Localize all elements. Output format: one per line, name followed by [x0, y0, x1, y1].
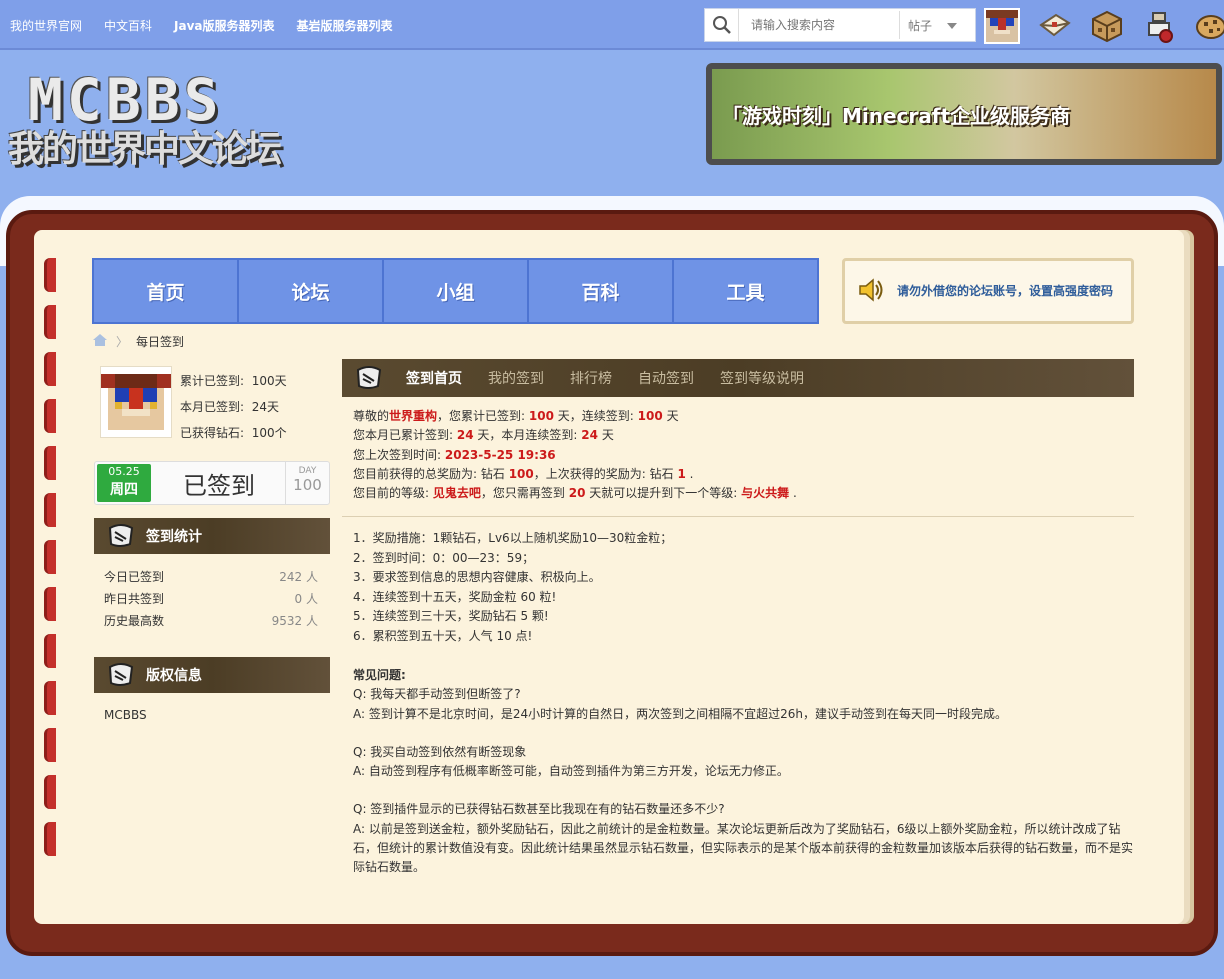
content-divider — [342, 516, 1134, 517]
nav-forum[interactable]: 论坛 — [239, 260, 384, 322]
breadcrumb-current: 每日签到 — [136, 335, 185, 349]
info-line-3: 您上次签到时间: 2023-5-25 19:36 — [353, 447, 556, 462]
search-input[interactable] — [739, 10, 899, 40]
faq-answer: A: 以前是签到送金粒，额外奖励钻石，因此之前统计的是金粒数量。某次论坛更新后改… — [353, 821, 1134, 875]
top-nav-wiki[interactable]: 中文百科 — [104, 17, 152, 34]
day-counter: DAY 100 — [285, 462, 329, 504]
faq-title: 常见问题: — [353, 668, 406, 682]
rule-item: 2．签到时间：0：00—23：59； — [353, 550, 535, 565]
tab-auto-signin[interactable]: 自动签到 — [638, 368, 694, 388]
copyright-header: 版权信息 — [94, 657, 330, 693]
top-nav-java-servers[interactable]: Java版服务器列表 — [174, 17, 274, 34]
info-line-1: 尊敬的世界重构，您累计已签到: 100 天，连续签到: 100 天 — [353, 409, 679, 423]
faq-question: Q: 我买自动签到依然有断签现象 — [353, 744, 527, 759]
search-box: 帖子 — [704, 8, 976, 42]
rule-item: 5．连续签到三十天，奖励钻石 5 颗! — [353, 609, 549, 623]
notice-box: 请勿外借您的论坛账号，设置高强度密码 — [842, 258, 1134, 324]
user-avatar[interactable] — [100, 366, 172, 438]
info-line-4: 您目前获得的总奖励为: 钻石 100，上次获得的奖励为: 钻石 1 . — [353, 466, 694, 481]
info-line-2: 您本月已累计签到: 24 天，本月连续签到: 24 天 — [353, 428, 614, 443]
signin-stats-title: 签到统计 — [146, 529, 202, 545]
nav-tools[interactable]: 工具 — [674, 260, 817, 322]
faq-question: Q: 签到插件显示的已获得钻石数甚至比我现在有的钻石数量还多不少? — [353, 802, 725, 817]
ad-banner[interactable]: 「游戏时刻」Minecraft企业级服务商 — [706, 63, 1222, 165]
tab-my-signin[interactable]: 我的签到 — [488, 368, 544, 388]
copyright-text: MCBBS — [104, 708, 147, 722]
chevron-down-icon — [947, 18, 957, 32]
breadcrumb-separator: 〉 — [116, 335, 129, 349]
stat-total-signin: 累计已签到: 100天 — [180, 374, 287, 388]
top-nav: 我的世界官网 中文百科 Java版服务器列表 基岩版服务器列表 — [10, 17, 393, 34]
signin-info: 尊敬的世界重构，您累计已签到: 100 天，连续签到: 100 天 您本月已累计… — [353, 407, 1133, 503]
notice-text[interactable]: 请勿外借您的论坛账号，设置高强度密码 — [897, 283, 1113, 299]
signin-rules: 1．奖励措施：1颗钻石，Lv6以上随机奖励10—30粒金粒； 2．签到时间：0：… — [353, 529, 1133, 646]
home-icon[interactable] — [92, 333, 108, 350]
stat-diamonds: 已获得钻石: 100个 — [180, 426, 287, 440]
breadcrumb: 〉 每日签到 — [92, 333, 184, 350]
stat-month-signin: 本月已签到: 24天 — [180, 400, 279, 414]
signed-status: 已签到 — [183, 471, 255, 500]
top-nav-bedrock-servers[interactable]: 基岩版服务器列表 — [297, 17, 393, 34]
search-icon[interactable] — [705, 9, 739, 41]
faq-section: 常见问题: Q: 我每天都手动签到但断签了? A: 签到计算不是北京时间，是24… — [353, 666, 1135, 878]
rule-item: 4．连续签到十五天，奖励金粒 60 粒! — [353, 589, 557, 604]
user-stats: 累计已签到: 100天 本月已签到: 24天 已获得钻石: 100个 — [180, 368, 287, 446]
tab-signin-home[interactable]: 签到首页 — [406, 368, 462, 388]
signin-status-box[interactable]: 05.25 周四 已签到 DAY 100 — [94, 461, 330, 505]
site-logo[interactable]: MCBBS 我的世界中文论坛 — [8, 66, 298, 170]
faq-question: Q: 我每天都手动签到但断签了? — [353, 687, 521, 702]
info-line-5: 您目前的等级: 见鬼去吧，您只需再签到 20 天就可以提升到下一个等级: 与火共… — [353, 486, 797, 501]
main-nav: 首页 论坛 小组 百科 工具 — [92, 258, 819, 324]
book-binding — [44, 258, 62, 898]
top-bar: 我的世界官网 中文百科 Java版服务器列表 基岩版服务器列表 帖子 — [0, 0, 1224, 50]
crafting-table-icon[interactable] — [1090, 9, 1124, 43]
user-avatar-small[interactable] — [984, 8, 1020, 44]
quill-scroll-icon — [354, 362, 384, 395]
top-nav-official-site[interactable]: 我的世界官网 — [10, 17, 82, 34]
signin-tabbar: 签到首页 我的签到 排行榜 自动签到 签到等级说明 — [342, 359, 1134, 397]
username-link[interactable]: 世界重构 — [389, 409, 437, 423]
logo-text-cn: 我的世界中文论坛 — [8, 129, 282, 170]
copyright-title: 版权信息 — [146, 668, 202, 684]
tab-ranking[interactable]: 排行榜 — [570, 368, 612, 388]
rule-item: 3．要求签到信息的思想内容健康、积极向上。 — [353, 570, 601, 584]
user-summary: 累计已签到: 100天 本月已签到: 24天 已获得钻石: 100个 — [100, 366, 330, 442]
quill-scroll-icon — [106, 520, 136, 553]
nav-groups[interactable]: 小组 — [384, 260, 529, 322]
signin-stats-list: 今日已签到 242 人 昨日共签到 0 人 历史最高数 9532 人 — [104, 566, 318, 632]
stat-row-record: 历史最高数 9532 人 — [104, 614, 318, 628]
quill-scroll-icon — [106, 659, 136, 692]
signin-stats-header: 签到统计 — [94, 518, 330, 554]
rule-item: 1．奖励措施：1颗钻石，Lv6以上随机奖励10—30粒金粒； — [353, 531, 673, 545]
stat-row-today: 今日已签到 242 人 — [104, 570, 318, 584]
tab-level-info[interactable]: 签到等级说明 — [720, 368, 804, 388]
nav-home[interactable]: 首页 — [94, 260, 239, 322]
date-badge: 05.25 周四 — [97, 464, 151, 502]
banner-text: 「游戏时刻」Minecraft企业级服务商 — [722, 103, 1071, 128]
search-type-select[interactable]: 帖子 — [899, 11, 965, 39]
speaker-icon — [857, 276, 885, 307]
top-right-icons — [984, 8, 1224, 44]
stat-row-yesterday: 昨日共签到 0 人 — [104, 592, 318, 606]
faq-answer: A: 自动签到程序有低概率断签可能，自动签到插件为第三方开发，论坛无力修正。 — [353, 764, 789, 779]
potion-icon[interactable] — [1142, 9, 1176, 43]
cookie-icon[interactable] — [1194, 9, 1224, 43]
mail-icon[interactable] — [1038, 9, 1072, 43]
faq-answer: A: 签到计算不是北京时间，是24小时计算的自然日，两次签到之间相隔不宜超过26… — [353, 706, 1008, 721]
search-type-label: 帖子 — [908, 18, 933, 33]
nav-wiki[interactable]: 百科 — [529, 260, 674, 322]
rule-item: 6．累积签到五十天，人气 10 点! — [353, 628, 533, 643]
